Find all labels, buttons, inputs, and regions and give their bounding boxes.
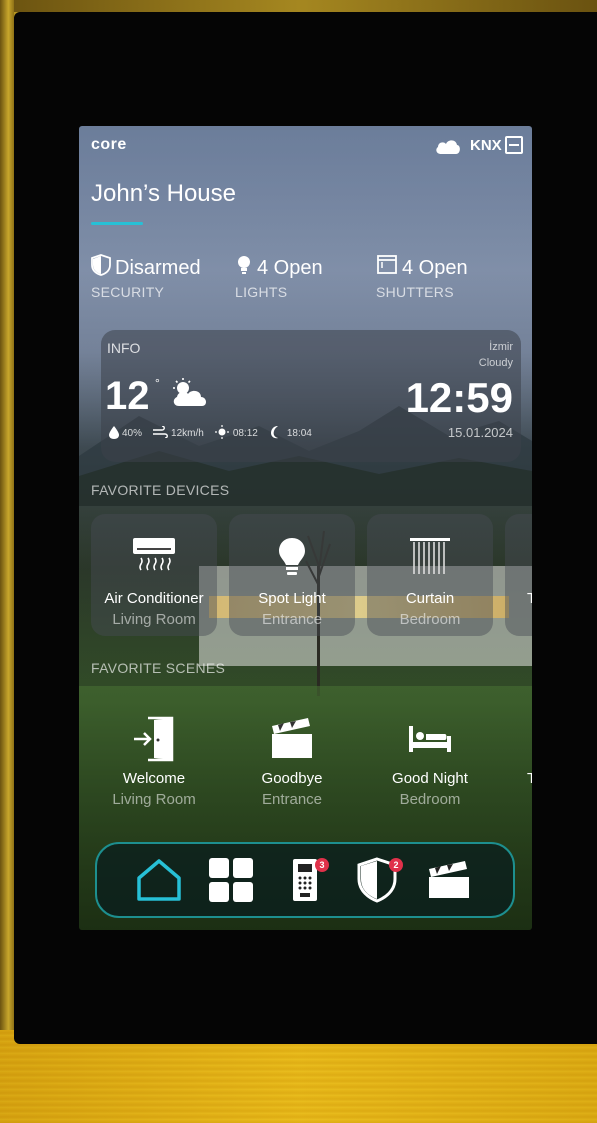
clapperboard-icon [229,716,355,760]
security-status[interactable]: Disarmed SECURITY [91,254,201,300]
device-card-spot-light[interactable]: Spot Light Entrance [229,514,355,636]
bottom-dock: 3 2 [95,842,515,918]
device-room: Bedroom [399,611,461,628]
shield-icon [91,254,111,282]
rooms-button[interactable] [207,857,255,908]
scene-card-good-night[interactable]: Good Night Bedroom [367,694,493,816]
device-room: Living Room [112,611,196,628]
scene-room: Living Room [112,791,196,808]
info-panel[interactable]: INFO İzmir Cloudy 12 ° 40% 12km/h 08:12 … [101,330,521,462]
title-underline [91,222,143,225]
security-button[interactable]: 2 [353,856,403,906]
core-logo: core [91,136,127,153]
bed-icon [367,716,493,760]
home-icon [135,858,183,907]
touch-screen: core KNX John’s House Disarmed SECURITY … [79,126,532,930]
lights-label: LIGHTS [235,284,288,300]
security-label: SECURITY [91,284,165,300]
device-card-partial[interactable]: T [505,514,532,636]
lights-status[interactable]: 4 Open LIGHTS [235,254,323,300]
moon-icon [268,425,284,442]
weather-metrics: 40% 12km/h 08:12 18:04 [109,425,312,442]
shutters-value: 4 Open [402,256,468,279]
intercom-badge: 3 [315,858,329,872]
grid-icon [208,857,254,908]
sunrise-value: 08:12 [232,428,258,439]
frame-left [0,0,14,1060]
device-room: Entrance [261,611,323,628]
scene-room: Bedroom [399,791,461,808]
security-value: Disarmed [115,256,201,279]
favorite-devices-label: FAVORITE DEVICES [91,482,230,498]
door-enter-icon [91,716,217,762]
lights-value: 4 Open [257,256,323,279]
scene-name: Good Night [392,770,468,787]
device-card-curtain[interactable]: Curtain Bedroom [367,514,493,636]
frame-top [0,0,597,12]
scene-card-partial[interactable]: T [505,694,532,816]
weather-condition: Cloudy [478,357,513,369]
scene-name: Goodbye [261,770,323,787]
wind-icon [152,425,168,441]
device-name: Curtain [405,590,455,607]
device-card-air-conditioner[interactable]: Air Conditioner Living Room [91,514,217,636]
curtain-icon [367,536,493,580]
panel-icon[interactable] [505,136,523,154]
shutters-label: SHUTTERS [376,284,454,300]
device-name: Spot Light [258,590,326,607]
air-conditioner-icon [91,536,217,580]
temperature-value: 12 [105,374,150,418]
clapperboard-icon [427,860,471,905]
device-name: Air Conditioner [104,590,204,607]
scene-room: Entrance [261,791,323,808]
humidity-value: 40% [122,428,143,439]
city-label: İzmir [489,341,513,353]
scene-card-goodbye[interactable]: Goodbye Entrance [229,694,355,816]
wind-value: 12km/h [171,428,204,439]
device-name: T [527,590,532,607]
shutter-icon [376,254,398,282]
home-button[interactable] [135,858,183,906]
scene-name: T [527,770,532,787]
knx-label: KNX [470,137,502,154]
sunrise-icon [214,425,230,442]
favorite-scenes-label: FAVORITE SCENES [91,660,226,676]
scene-card-welcome[interactable]: Welcome Living Room [91,694,217,816]
degree-symbol: ° [155,376,160,390]
bulb-icon [229,536,355,580]
top-bar: core KNX [91,136,523,159]
shutters-status[interactable]: 4 Open SHUTTERS [376,254,468,300]
cloud-icon [435,138,461,159]
scene-name: Welcome [122,770,186,787]
clock-time: 12:59 [405,374,513,421]
partly-cloudy-icon [169,378,211,413]
security-badge: 2 [389,858,403,872]
bulb-icon [235,254,253,282]
intercom-button[interactable]: 3 [281,858,329,906]
humidity-icon [109,425,119,442]
info-header: INFO [107,340,141,356]
clock-date: 15.01.2024 [447,425,513,440]
sunset-value: 18:04 [286,428,312,439]
scenes-button[interactable] [425,858,473,906]
page-title: John’s House [91,180,236,207]
